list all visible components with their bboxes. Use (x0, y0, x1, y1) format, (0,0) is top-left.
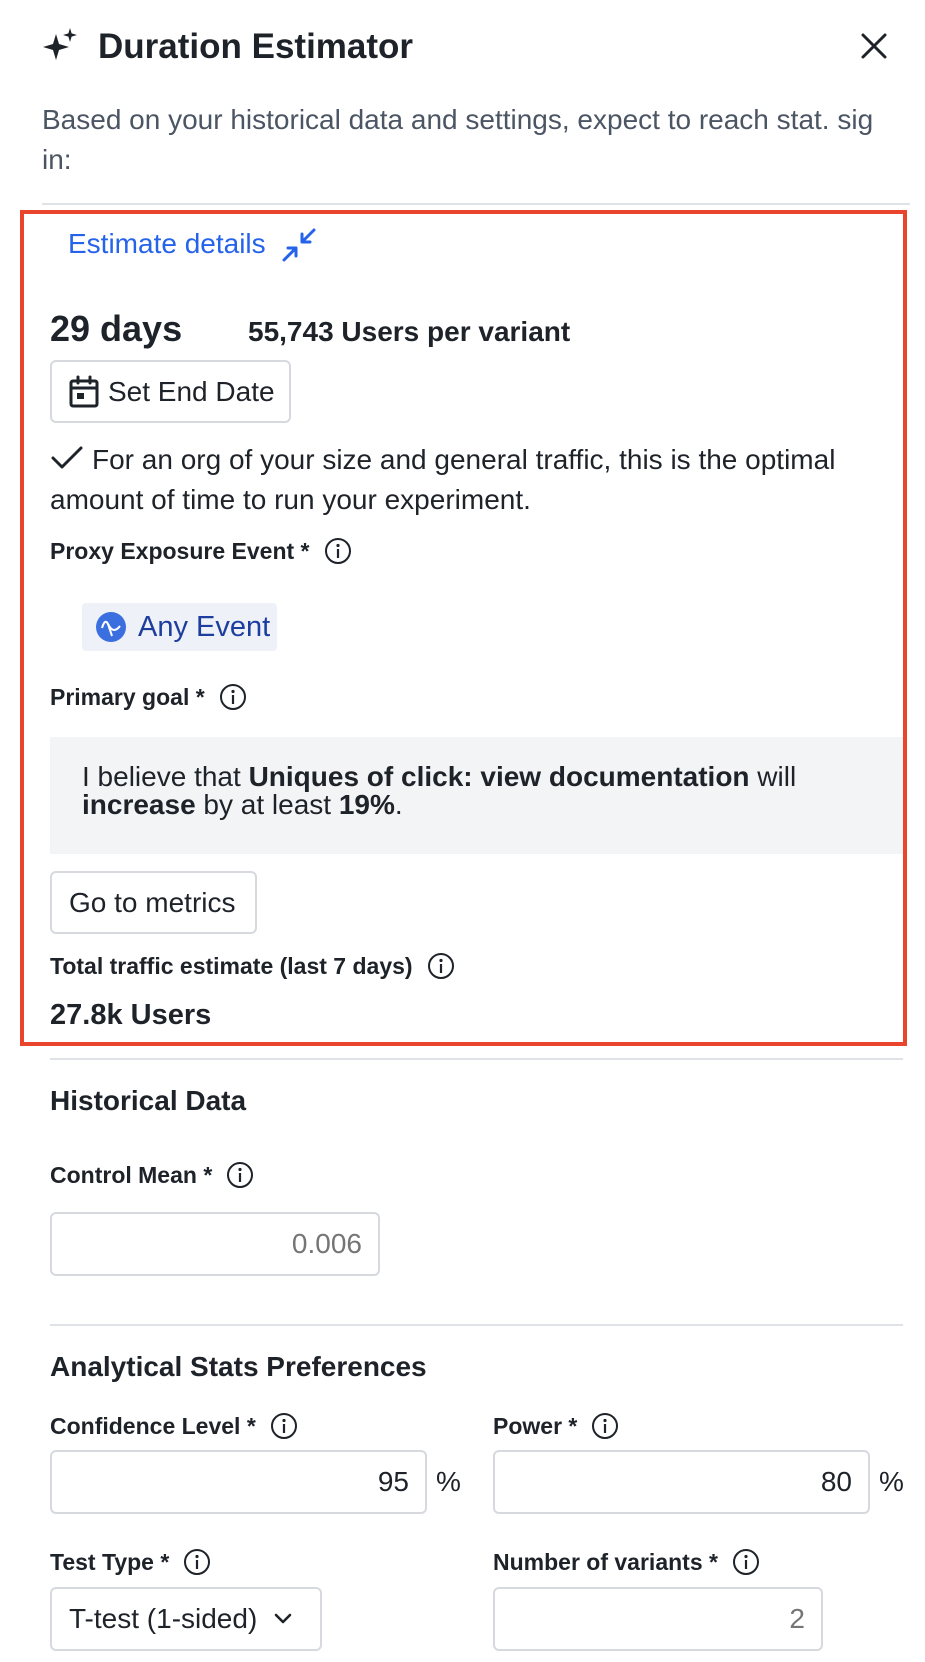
historical-data-heading: Historical Data (50, 1085, 247, 1116)
users-per-variant: 55,743 Users per variant (248, 316, 571, 347)
panel-title: Duration Estimator (98, 27, 414, 66)
estimated-days: 29 days (50, 308, 183, 349)
info-icon[interactable] (219, 683, 247, 711)
optimal-message: For an org of your size and general traf… (50, 440, 900, 520)
percent-suffix: % (436, 1466, 461, 1497)
info-icon[interactable] (270, 1412, 298, 1440)
stats-preferences-heading: Analytical Stats Preferences (50, 1351, 427, 1382)
estimate-details-link[interactable]: Estimate details (68, 224, 266, 264)
calendar-icon (69, 375, 99, 407)
divider (42, 203, 910, 205)
info-icon[interactable] (226, 1161, 254, 1189)
control-mean-label: Control Mean * (50, 1160, 254, 1190)
proxy-event-chip[interactable]: Any Event (82, 603, 277, 651)
proxy-exposure-label: Proxy Exposure Event * (50, 536, 352, 566)
test-type-select[interactable]: T-test (1-sided) (50, 1587, 322, 1651)
proxy-event-label: Any Event (138, 610, 271, 643)
checkmark-icon (51, 446, 83, 469)
collapse-arrows-icon[interactable] (282, 228, 316, 262)
sparkle-icon (43, 28, 77, 60)
primary-goal-statement: I believe that Uniques of click: view do… (50, 737, 903, 854)
confidence-level-input[interactable] (50, 1450, 427, 1514)
info-icon[interactable] (591, 1412, 619, 1440)
close-icon[interactable] (858, 30, 890, 62)
set-end-date-label: Set End Date (108, 375, 275, 407)
info-icon[interactable] (427, 952, 455, 980)
power-input[interactable] (493, 1450, 870, 1514)
traffic-estimate-value: 27.8k Users (50, 999, 212, 1031)
info-icon[interactable] (324, 537, 352, 565)
test-type-label: Test Type * (50, 1547, 211, 1577)
primary-goal-label: Primary goal * (50, 682, 247, 712)
optimal-message-text: For an org of your size and general traf… (50, 444, 836, 515)
panel-subtitle: Based on your historical data and settin… (42, 104, 874, 175)
control-mean-input[interactable] (50, 1212, 380, 1276)
set-end-date-button[interactable]: Set End Date (50, 360, 291, 423)
number-of-variants-label: Number of variants * (493, 1547, 760, 1577)
test-type-value: T-test (1-sided) (69, 1603, 258, 1634)
power-label: Power * (493, 1411, 619, 1441)
confidence-level-label: Confidence Level * (50, 1411, 298, 1441)
divider (50, 1324, 903, 1326)
go-to-metrics-button[interactable]: Go to metrics (50, 871, 257, 934)
percent-suffix: % (879, 1466, 904, 1497)
traffic-estimate-label: Total traffic estimate (last 7 days) (50, 951, 455, 981)
divider (50, 1058, 903, 1060)
chevron-down-icon (274, 1613, 292, 1624)
info-icon[interactable] (732, 1548, 760, 1576)
number-of-variants-input[interactable] (493, 1587, 823, 1651)
event-icon (96, 612, 126, 642)
info-icon[interactable] (183, 1548, 211, 1576)
